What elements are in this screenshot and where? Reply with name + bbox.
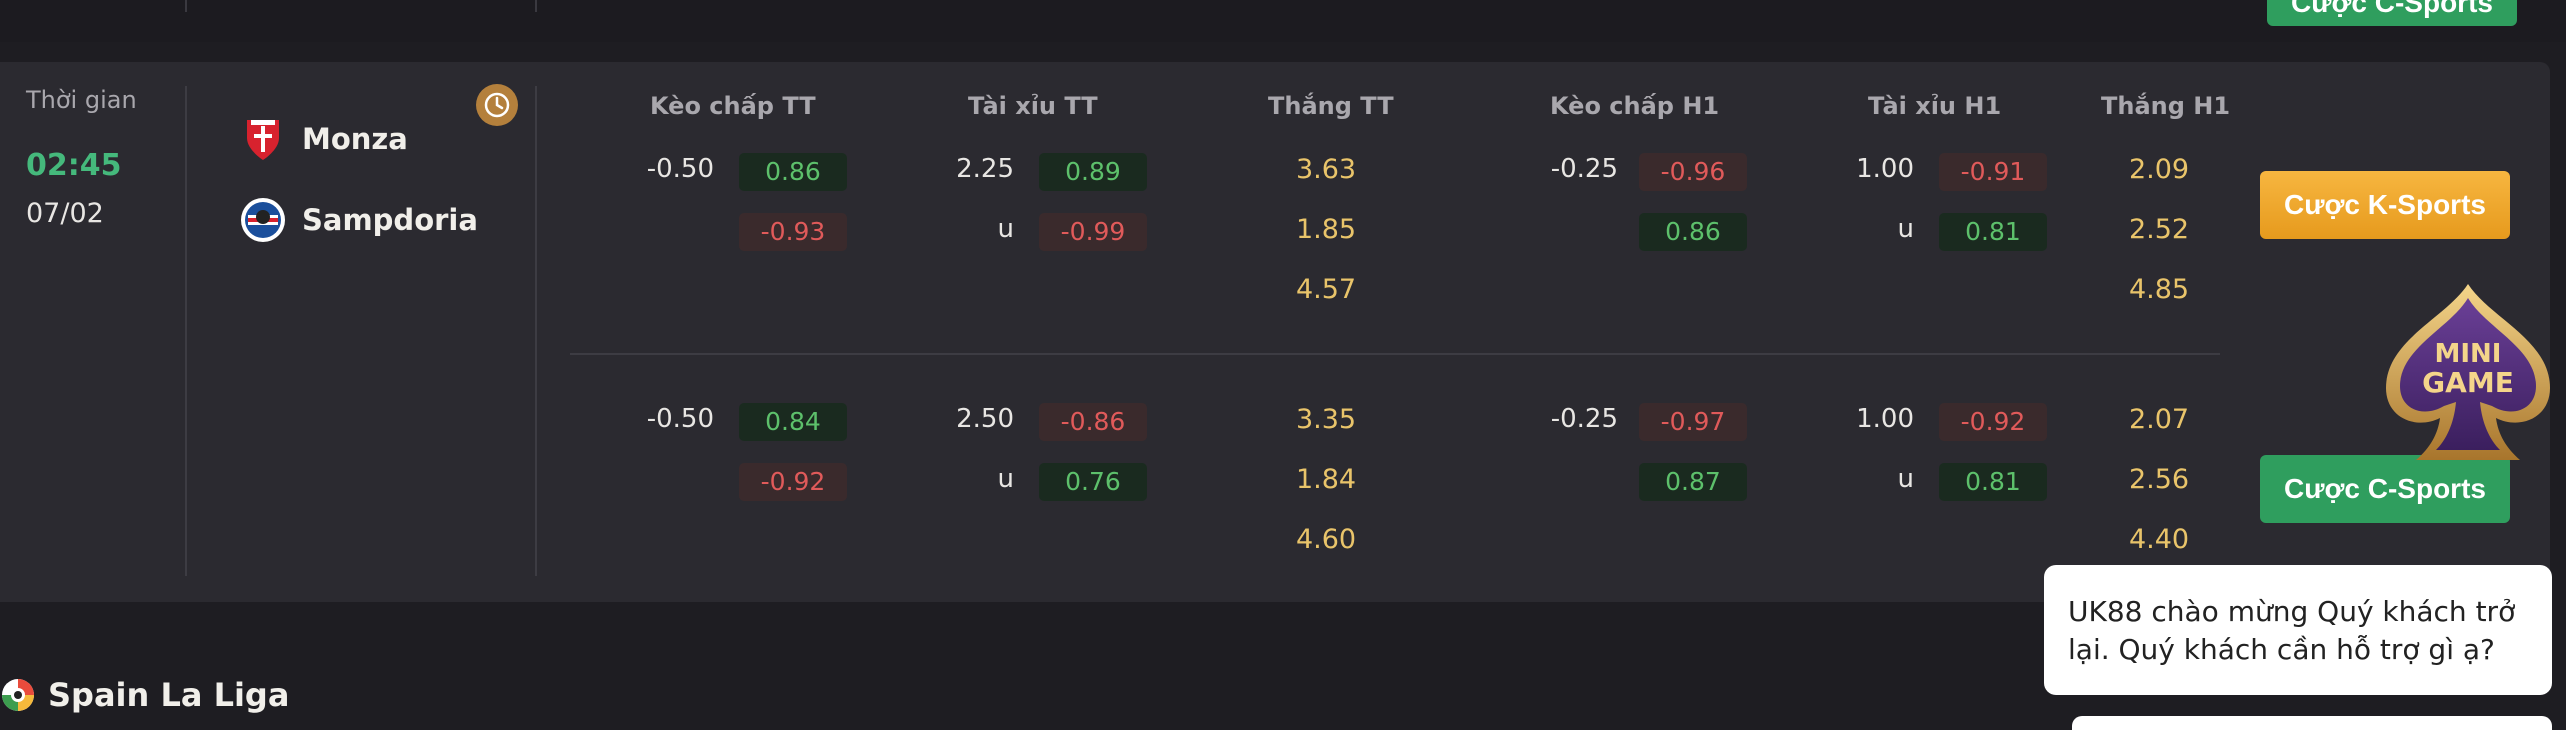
- column-header-handicap-h1: Kèo chấp H1: [1550, 92, 1720, 120]
- ou-tt-line: 2.25: [956, 154, 1014, 184]
- win-odd[interactable]: 2.07: [2109, 404, 2209, 435]
- k-sports-button[interactable]: Cược K-Sports: [2260, 171, 2510, 239]
- odd-button[interactable]: 0.76: [1039, 463, 1147, 501]
- chat-message: UK88 chào mừng Quý khách trở lại. Quý kh…: [2068, 595, 2516, 666]
- league-name: Spain La Liga: [48, 676, 290, 714]
- odd-button[interactable]: 0.84: [739, 403, 847, 441]
- odd-button[interactable]: 0.81: [1939, 463, 2047, 501]
- sampdoria-logo-icon: [240, 197, 286, 243]
- odd-button[interactable]: -0.97: [1639, 403, 1747, 441]
- mini-game-icon[interactable]: MINI GAME: [2380, 278, 2556, 466]
- monza-logo-icon: [240, 116, 286, 162]
- divider: [185, 86, 187, 576]
- divider: [535, 86, 537, 576]
- time-label: Thời gian: [26, 86, 137, 114]
- la-liga-logo-icon: [0, 677, 36, 713]
- win-odd[interactable]: 3.35: [1276, 404, 1376, 435]
- win-odd[interactable]: 4.85: [2109, 274, 2209, 305]
- win-odd[interactable]: 3.63: [1276, 154, 1376, 185]
- odd-button[interactable]: -0.91: [1939, 153, 2047, 191]
- handicap-h1-line: -0.25: [1550, 404, 1618, 434]
- chat-input[interactable]: [2072, 716, 2552, 730]
- ou-tt-line: 2.50: [956, 404, 1014, 434]
- win-odd[interactable]: 2.52: [2109, 214, 2209, 245]
- odd-button[interactable]: 0.86: [1639, 213, 1747, 251]
- handicap-tt-line: -0.50: [646, 154, 714, 184]
- under-label: u: [997, 464, 1014, 494]
- away-team-name: Sampdoria: [302, 203, 478, 237]
- ou-h1-line: 1.00: [1856, 404, 1914, 434]
- handicap-tt-line: -0.50: [646, 404, 714, 434]
- away-team[interactable]: Sampdoria: [240, 197, 478, 243]
- row-divider: [570, 353, 2220, 355]
- home-team-name: Monza: [302, 122, 408, 156]
- win-odd[interactable]: 4.57: [1276, 274, 1376, 305]
- win-odd[interactable]: 1.85: [1276, 214, 1376, 245]
- under-label: u: [1897, 214, 1914, 244]
- column-header-ou-h1: Tài xỉu H1: [1868, 92, 2002, 120]
- win-odd[interactable]: 2.09: [2109, 154, 2209, 185]
- odd-button[interactable]: -0.99: [1039, 213, 1147, 251]
- home-team[interactable]: Monza: [240, 116, 408, 162]
- mini-game-line1: MINI: [2435, 339, 2502, 369]
- win-odd[interactable]: 2.56: [2109, 464, 2209, 495]
- odd-button[interactable]: -0.93: [739, 213, 847, 251]
- c-sports-button-top[interactable]: Cược C-Sports: [2267, 0, 2517, 26]
- column-header-win-tt: Thắng TT: [1268, 92, 1394, 120]
- column-header-win-h1: Thắng H1: [2101, 92, 2231, 120]
- clock-icon[interactable]: [476, 84, 518, 126]
- chat-welcome-bubble[interactable]: UK88 chào mừng Quý khách trở lại. Quý kh…: [2044, 565, 2552, 695]
- divider: [535, 0, 537, 12]
- odd-button[interactable]: -0.92: [739, 463, 847, 501]
- win-odd[interactable]: 4.40: [2109, 524, 2209, 555]
- handicap-h1-line: -0.25: [1550, 154, 1618, 184]
- divider: [185, 0, 187, 12]
- previous-match-strip: Cược C-Sports: [0, 0, 2566, 42]
- mini-game-line2: GAME: [2422, 366, 2514, 399]
- match-time: 02:45: [26, 148, 122, 183]
- win-odd[interactable]: 4.60: [1276, 524, 1376, 555]
- odd-button[interactable]: 0.81: [1939, 213, 2047, 251]
- match-card: Thời gian 02:45 07/02 Monza Sampdoria Kè…: [0, 62, 2550, 602]
- odd-button[interactable]: -0.86: [1039, 403, 1147, 441]
- win-odd[interactable]: 1.84: [1276, 464, 1376, 495]
- under-label: u: [1897, 464, 1914, 494]
- column-header-ou-tt: Tài xỉu TT: [968, 92, 1098, 120]
- column-header-handicap-tt: Kèo chấp TT: [650, 92, 816, 120]
- odd-button[interactable]: -0.92: [1939, 403, 2047, 441]
- ou-h1-line: 1.00: [1856, 154, 1914, 184]
- odd-button[interactable]: 0.89: [1039, 153, 1147, 191]
- match-date: 07/02: [26, 198, 104, 229]
- odd-button[interactable]: -0.96: [1639, 153, 1747, 191]
- odd-button[interactable]: 0.86: [739, 153, 847, 191]
- under-label: u: [997, 214, 1014, 244]
- league-header[interactable]: Spain La Liga: [0, 676, 289, 714]
- odd-button[interactable]: 0.87: [1639, 463, 1747, 501]
